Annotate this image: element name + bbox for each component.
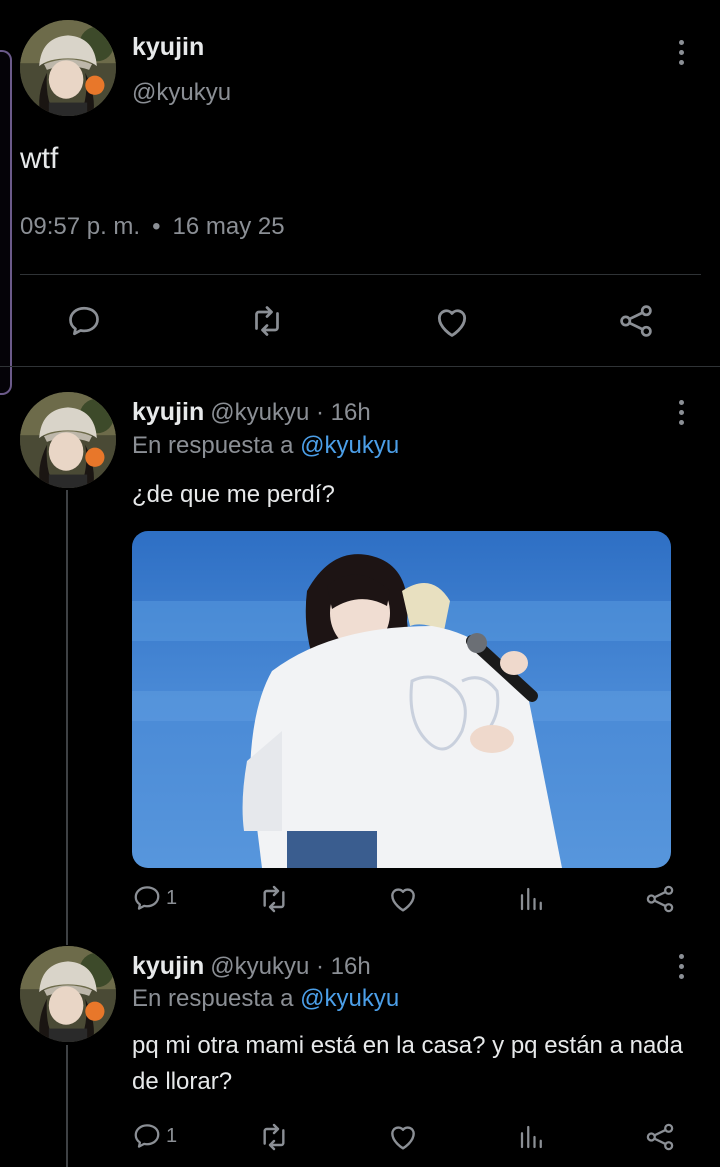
like-icon [387, 883, 419, 915]
reply-text: pq mi otra mami está en la casa? y pq es… [132, 1032, 683, 1095]
reply-button[interactable]: 1 [132, 883, 177, 913]
retweet-icon [258, 883, 290, 915]
more-options-icon[interactable] [675, 954, 687, 979]
reply-header: kyujin @kyukyu · 16h [132, 398, 371, 427]
divider [0, 366, 720, 367]
retweet-icon [258, 1121, 290, 1153]
author-handle[interactable]: @kyukyu [132, 79, 231, 107]
tweet-text: wtf [20, 142, 59, 175]
tweet-action-bar [0, 295, 720, 347]
thread-line [66, 1045, 68, 1167]
reply-mention-link[interactable]: @kyukyu [300, 985, 399, 1012]
share-button[interactable] [644, 1121, 676, 1153]
tweet-date: 16 may 25 [172, 213, 285, 240]
stats-icon [517, 1122, 547, 1152]
author-handle-time: @kyukyu · 16h [210, 399, 371, 426]
reply-label: En respuesta a [132, 432, 294, 459]
reply-icon [132, 883, 162, 913]
author-name[interactable]: kyujin [132, 398, 204, 426]
avatar[interactable] [20, 946, 116, 1042]
reply-button[interactable]: 1 [132, 1121, 177, 1151]
stats-icon [517, 884, 547, 914]
reply-context: En respuesta a @kyukyu [132, 432, 399, 460]
share-icon [644, 1121, 676, 1153]
views-button[interactable] [517, 884, 547, 914]
reply-text: ¿de que me perdí? [132, 481, 335, 508]
author-name[interactable]: kyujin [132, 33, 204, 62]
tweet-timestamp: 09:57 p. m. • 16 may 25 [20, 213, 285, 241]
retweet-button[interactable] [258, 1121, 290, 1153]
reply-label: En respuesta a [132, 985, 294, 1012]
share-button[interactable] [617, 302, 655, 340]
more-options-icon[interactable] [675, 40, 687, 65]
author-handle-time: @kyukyu · 16h [210, 953, 371, 980]
avatar[interactable] [20, 392, 116, 488]
reply-count: 1 [166, 1124, 178, 1147]
avatar[interactable] [20, 20, 116, 116]
like-button[interactable] [387, 883, 419, 915]
thread-line [66, 490, 68, 945]
share-icon [644, 883, 676, 915]
share-button[interactable] [644, 883, 676, 915]
reply-icon [132, 1121, 162, 1151]
divider [20, 274, 701, 275]
reply-mention-link[interactable]: @kyukyu [300, 432, 399, 459]
retweet-icon [249, 303, 285, 339]
reply-button[interactable] [66, 303, 102, 339]
more-options-icon[interactable] [675, 400, 687, 425]
like-button[interactable] [433, 303, 471, 341]
reply-icon [66, 303, 102, 339]
reply-context: En respuesta a @kyukyu [132, 985, 399, 1013]
share-icon [617, 302, 655, 340]
retweet-button[interactable] [258, 883, 290, 915]
reply-header: kyujin @kyukyu · 16h [132, 952, 371, 981]
views-button[interactable] [517, 1122, 547, 1152]
author-name[interactable]: kyujin [132, 952, 204, 980]
media-image[interactable] [132, 531, 671, 868]
like-button[interactable] [387, 1121, 419, 1153]
like-icon [433, 303, 471, 341]
like-icon [387, 1121, 419, 1153]
reply-count: 1 [166, 886, 178, 909]
timestamp-separator: • [152, 213, 161, 240]
retweet-button[interactable] [249, 303, 285, 339]
tweet-time: 09:57 p. m. [20, 213, 141, 240]
